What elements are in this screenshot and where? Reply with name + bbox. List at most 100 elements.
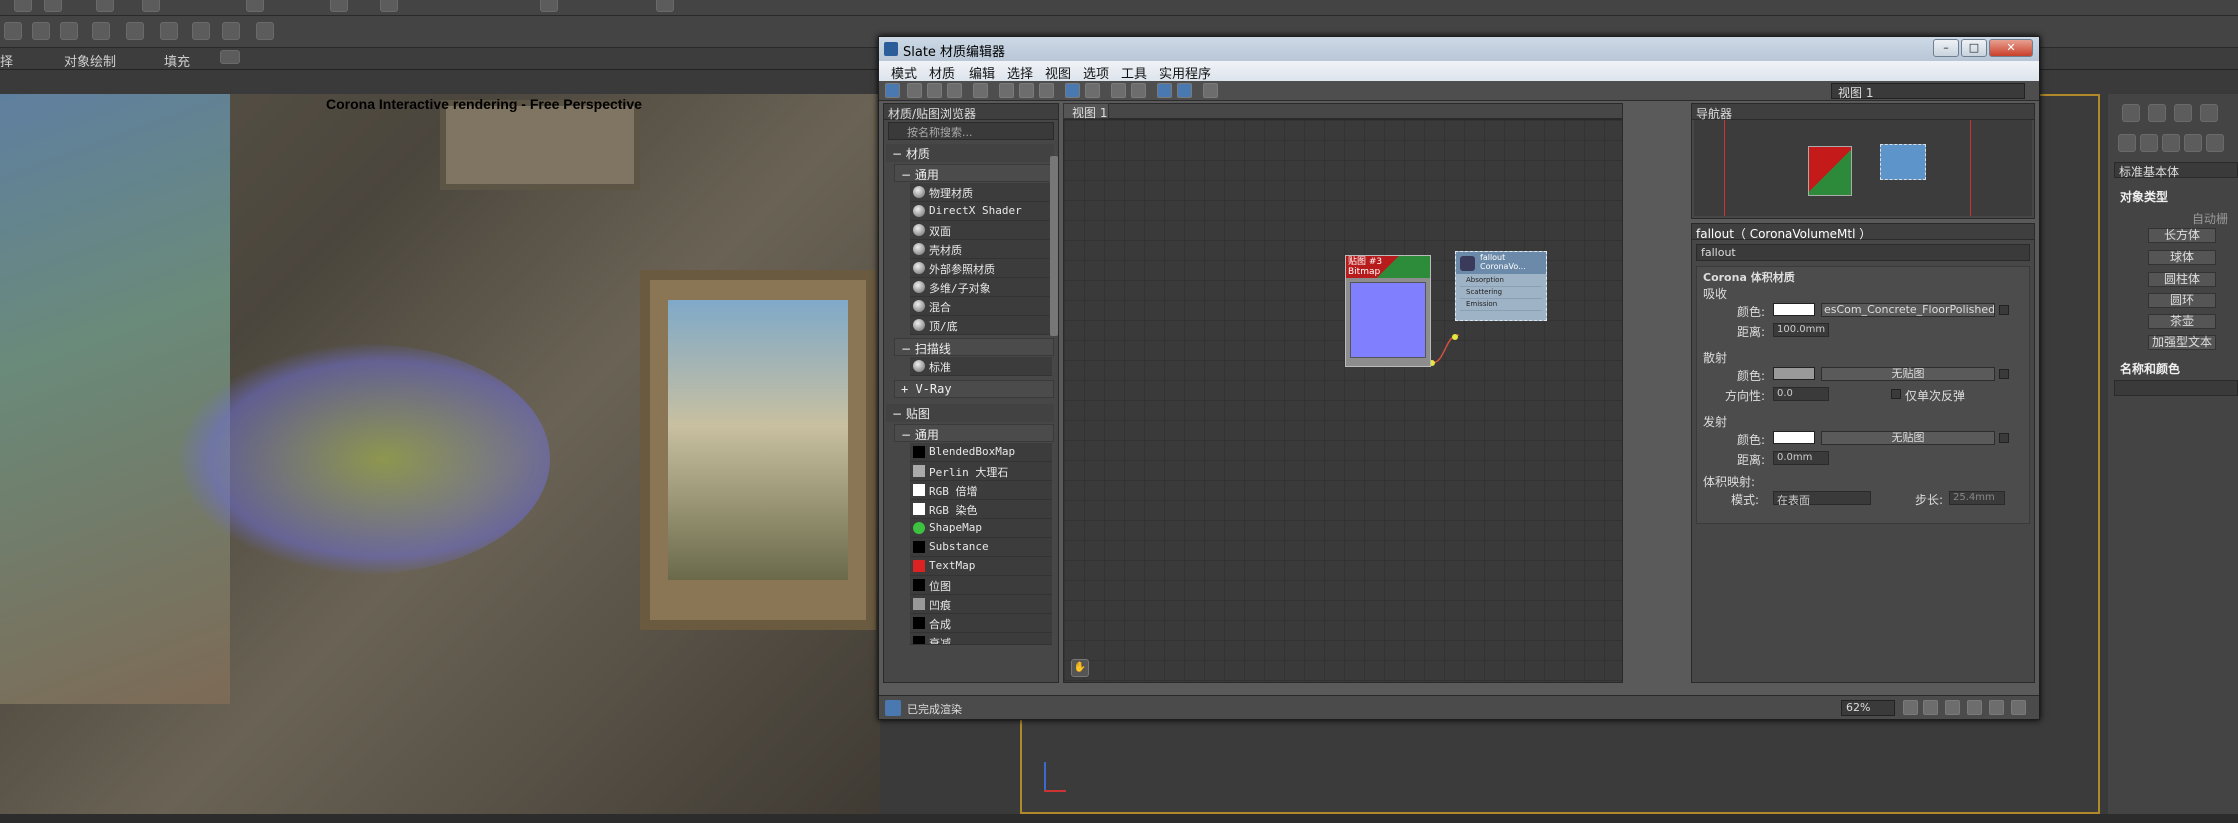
link-icon[interactable] bbox=[142, 0, 160, 12]
emit-map-button[interactable]: 无贴图 bbox=[1821, 431, 1995, 445]
select-icon[interactable] bbox=[96, 0, 114, 12]
name-color-heading[interactable]: 名称和颜色 bbox=[2120, 360, 2180, 377]
ribbon-tab-populate[interactable]: 填充 bbox=[164, 51, 190, 70]
refresh-icon[interactable] bbox=[32, 22, 50, 40]
single-bounce-checkbox[interactable] bbox=[1891, 389, 1901, 399]
bitmap-preview bbox=[1350, 282, 1426, 358]
zoom-region-icon[interactable] bbox=[1945, 700, 1960, 715]
single-bounce-label: 仅单次反弹 bbox=[1905, 389, 1966, 403]
pan-icon[interactable]: ✋ bbox=[1071, 659, 1089, 677]
scatter-label: 散射 bbox=[1703, 351, 1728, 365]
nav-frame-right bbox=[1970, 120, 1971, 216]
emit-color-swatch[interactable] bbox=[1773, 431, 1815, 444]
undo-icon[interactable] bbox=[14, 0, 32, 12]
zoom-extents-icon[interactable] bbox=[1967, 700, 1982, 715]
scatter-map-toggle[interactable] bbox=[1999, 369, 2009, 379]
create-icon[interactable] bbox=[2122, 104, 2140, 122]
material-preview-icon bbox=[1460, 256, 1475, 271]
direction-label: 方向性: bbox=[1725, 389, 1766, 403]
slot-scattering[interactable]: Scattering bbox=[1460, 288, 1542, 299]
object-type-heading[interactable]: 对象类型 bbox=[2120, 188, 2168, 205]
zoom-dropdown[interactable]: 62% bbox=[1841, 700, 1895, 716]
helpers-icon[interactable] bbox=[2206, 134, 2224, 152]
viewport-icon[interactable] bbox=[126, 22, 144, 40]
shapes-icon[interactable] bbox=[2140, 134, 2158, 152]
grid-icon[interactable] bbox=[92, 22, 110, 40]
cameras-icon[interactable] bbox=[2184, 134, 2202, 152]
teapot-icon[interactable] bbox=[222, 22, 240, 40]
emit-label: 发射 bbox=[1703, 415, 1728, 429]
volume-material-node[interactable]: fallout CoronaVo... Absorption Scatterin… bbox=[1455, 251, 1547, 321]
modify-icon[interactable] bbox=[2148, 104, 2166, 122]
teapot-button[interactable]: 茶壶 bbox=[2148, 314, 2216, 329]
render-viewport[interactable] bbox=[0, 94, 880, 814]
scatter-map-button[interactable]: 无贴图 bbox=[1821, 367, 1995, 381]
fit-icon[interactable] bbox=[2011, 700, 2026, 715]
direction-spinner[interactable]: 0.0 bbox=[1773, 387, 1829, 401]
move-icon[interactable] bbox=[330, 0, 348, 12]
scatter-color-swatch[interactable] bbox=[1773, 367, 1815, 380]
redo-icon[interactable] bbox=[44, 0, 62, 12]
render-icon[interactable] bbox=[656, 0, 674, 12]
axis-x bbox=[1044, 790, 1066, 792]
slot-absorption[interactable]: Absorption bbox=[1460, 276, 1542, 287]
lights-icon[interactable] bbox=[2162, 134, 2180, 152]
hierarchy-icon[interactable] bbox=[2174, 104, 2192, 122]
bulb-icon[interactable] bbox=[256, 22, 274, 40]
pan-hand-icon[interactable] bbox=[1903, 700, 1918, 715]
group-icon[interactable] bbox=[160, 22, 178, 40]
absorb-color-label: 颜色: bbox=[1737, 305, 1766, 319]
teapot-icon[interactable] bbox=[540, 0, 558, 12]
nav-frame-left bbox=[1724, 120, 1725, 216]
material-name-input[interactable]: fallout bbox=[1696, 244, 2030, 261]
volume-node-header: fallout CoronaVo... bbox=[1456, 252, 1546, 274]
absorb-color-swatch[interactable] bbox=[1773, 303, 1815, 316]
zoom-selected-icon[interactable] bbox=[1989, 700, 2004, 715]
box-button[interactable]: 长方体 bbox=[2148, 228, 2216, 243]
bitmap-node-title: 贴图 #3 bbox=[1348, 257, 1383, 267]
torus-button[interactable]: 圆环 bbox=[2148, 293, 2216, 308]
painting-frame bbox=[640, 270, 876, 630]
slot-emission[interactable]: Emission bbox=[1460, 300, 1542, 311]
object-name-input[interactable] bbox=[2114, 380, 2238, 396]
layer-icon[interactable] bbox=[60, 22, 78, 40]
nav-bitmap-thumb bbox=[1808, 146, 1852, 196]
absorb-map-button[interactable]: esCom_Concrete_FloorPolished bbox=[1821, 303, 1995, 317]
command-panel: 标准基本体 对象类型 自动栅格 长方体 球体 圆柱体 圆环 茶壶 加强型文本 名… bbox=[2108, 94, 2238, 823]
textplus-button[interactable]: 加强型文本 bbox=[2148, 335, 2216, 350]
absorb-distance-spinner[interactable]: 100.0mm bbox=[1773, 323, 1829, 337]
ribbon-tab-object-paint[interactable]: 对象绘制 bbox=[64, 51, 116, 70]
input-socket[interactable] bbox=[1452, 334, 1458, 340]
navigator-view[interactable] bbox=[1694, 120, 2032, 216]
corona-volume-rollout: Corona 体积材质 吸收 颜色: esCom_Concrete_FloorP… bbox=[1696, 266, 2030, 524]
mode-dropdown[interactable]: 在表面 bbox=[1773, 491, 1871, 507]
sun-icon[interactable] bbox=[246, 0, 264, 12]
ribbon-options-icon[interactable] bbox=[220, 50, 240, 64]
navigator-panel: 导航器 bbox=[1691, 103, 2035, 219]
snap-icon[interactable] bbox=[4, 22, 22, 40]
emit-distance-spinner[interactable]: 0.0mm bbox=[1773, 451, 1829, 465]
category-dropdown[interactable]: 标准基本体 bbox=[2114, 162, 2238, 179]
geometry-icon[interactable] bbox=[2118, 134, 2136, 152]
mode-label: 模式: bbox=[1731, 493, 1760, 507]
volume-mapping-label: 体积映射: bbox=[1703, 475, 1756, 489]
step-label: 步长: bbox=[1915, 493, 1944, 507]
motion-icon[interactable] bbox=[2200, 104, 2218, 122]
cylinder-button[interactable]: 圆柱体 bbox=[2148, 272, 2216, 287]
zoom-icon[interactable] bbox=[1923, 700, 1938, 715]
slate-material-editor: Slate 材质编辑器 – □ ✕ 模式 材质 编辑 选择 视图 选项 工具 实… bbox=[878, 36, 2040, 720]
frame-icon[interactable] bbox=[192, 22, 210, 40]
params-header: fallout（ CoronaVolumeMtl ） bbox=[1692, 224, 2034, 241]
parameter-editor: fallout（ CoronaVolumeMtl ） fallout Coron… bbox=[1691, 223, 2035, 683]
viewport-caption: Corona Interactive rendering - Free Pers… bbox=[326, 96, 642, 112]
sphere-button[interactable]: 球体 bbox=[2148, 250, 2216, 265]
ribbon-tab-select[interactable]: 择 bbox=[0, 51, 13, 70]
absorb-map-toggle[interactable] bbox=[1999, 305, 2009, 315]
step-spinner[interactable]: 25.4mm bbox=[1949, 491, 2005, 505]
volume-node-subtitle: CoronaVo... bbox=[1480, 262, 1526, 271]
bitmap-node[interactable]: 贴图 #3 Bitmap bbox=[1345, 255, 1431, 367]
rollout-title[interactable]: Corona 体积材质 bbox=[1703, 269, 1795, 285]
image-icon[interactable] bbox=[380, 0, 398, 12]
emit-map-toggle[interactable] bbox=[1999, 433, 2009, 443]
painting-left bbox=[0, 94, 230, 704]
